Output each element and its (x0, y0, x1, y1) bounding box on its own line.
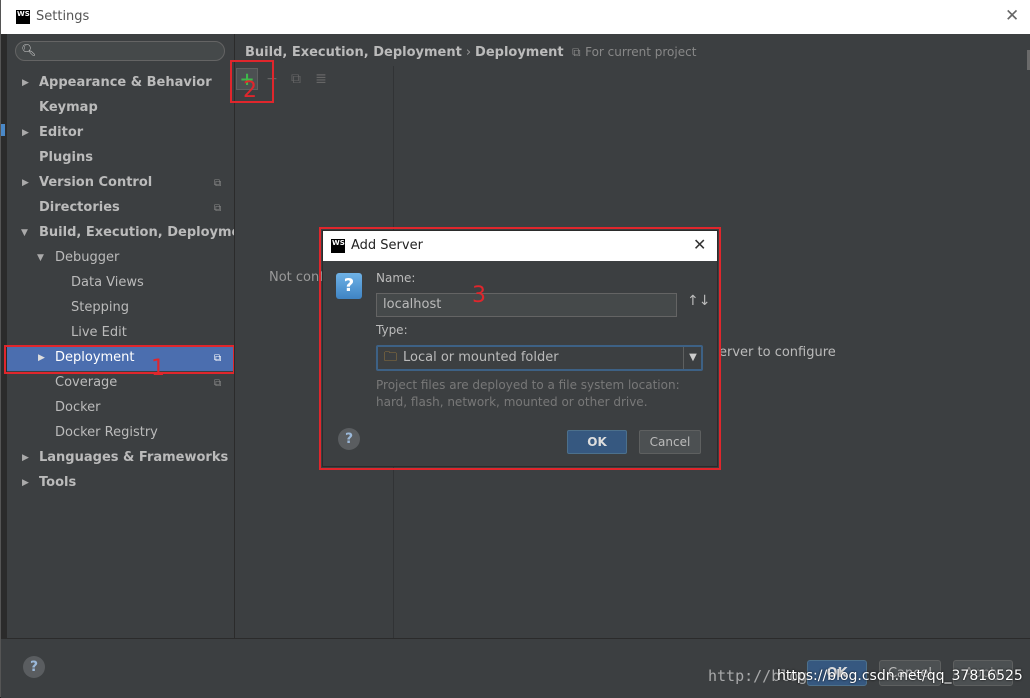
project-scope-icon: ⧉ (568, 45, 581, 59)
collapse-arrow-icon[interactable]: ▼ (37, 253, 44, 263)
sidebar-item-directories[interactable]: Directories (39, 196, 120, 220)
sidebar-item-languages-frameworks[interactable]: Languages & Frameworks (39, 446, 228, 470)
expand-arrow-icon[interactable]: ▶ (22, 78, 29, 88)
expand-arrow-icon[interactable]: ▶ (22, 478, 29, 488)
search-icon: 🔍︎ (21, 43, 37, 57)
webstorm-logo-icon: WS (16, 10, 30, 24)
help-icon[interactable]: ? (23, 656, 45, 678)
sidebar-item-version-control[interactable]: Version Control (39, 171, 152, 195)
edge-marker (1, 124, 5, 136)
expand-arrow-icon[interactable]: ▶ (22, 178, 29, 188)
project-scope-icon: ⧉ (214, 178, 222, 189)
sidebar-item-stepping[interactable]: Stepping (71, 296, 129, 320)
annotation-number-3: 3 (472, 283, 486, 308)
annotation-number-2: 2 (243, 78, 257, 103)
close-icon[interactable]: ✕ (1005, 6, 1019, 26)
annotation-box-3 (319, 227, 721, 470)
breadcrumb: Build, Execution, Deployment › Deployment … (245, 45, 696, 60)
settings-window: WS Settings ✕ 🔍︎ ▶ Appearance & Behavior… (0, 0, 1030, 698)
annotation-box-1 (4, 345, 235, 374)
sidebar-item-live-edit[interactable]: Live Edit (71, 321, 127, 345)
project-scope-icon: ⧉ (214, 378, 222, 389)
collapse-arrow-icon[interactable]: ▼ (21, 228, 28, 238)
breadcrumb-item: Build, Execution, Deployment (245, 45, 462, 60)
sidebar-item-keymap[interactable]: Keymap (39, 96, 98, 120)
not-configured-text: Not conf (269, 270, 324, 285)
watermark: https://blog.csdn.net/qq_37816525 (777, 668, 1023, 684)
sidebar-item-plugins[interactable]: Plugins (39, 146, 93, 170)
sidebar-item-tools[interactable]: Tools (39, 471, 76, 495)
title-bar: WS Settings ✕ (1, 0, 1030, 34)
window-title: Settings (36, 9, 90, 24)
search-input[interactable]: 🔍︎ (15, 41, 225, 61)
breadcrumb-separator: › (465, 45, 472, 60)
sidebar-item-docker[interactable]: Docker (55, 396, 101, 420)
expand-arrow-icon[interactable]: ▶ (22, 453, 29, 463)
annotation-number-1: 1 (151, 356, 165, 381)
sidebar-item-coverage[interactable]: Coverage (55, 371, 117, 395)
project-scope-icon: ⧉ (214, 203, 222, 214)
scope-label: For current project (585, 45, 697, 59)
sidebar-item-data-views[interactable]: Data Views (71, 271, 144, 295)
configure-hint-text: erver to configure (719, 345, 836, 360)
default-server-icon[interactable]: ≣ (310, 68, 332, 90)
breadcrumb-item: Deployment (475, 45, 564, 60)
sidebar-item-docker-registry[interactable]: Docker Registry (55, 421, 158, 445)
sidebar-item-build-execution-deployment[interactable]: Build, Execution, Deployment (39, 221, 256, 245)
sidebar-item-editor[interactable]: Editor (39, 121, 83, 145)
expand-arrow-icon[interactable]: ▶ (22, 128, 29, 138)
copy-icon[interactable]: ⧉ (285, 68, 307, 90)
sidebar-item-debugger[interactable]: Debugger (55, 246, 119, 270)
sidebar-item-appearance[interactable]: Appearance & Behavior (39, 71, 212, 95)
